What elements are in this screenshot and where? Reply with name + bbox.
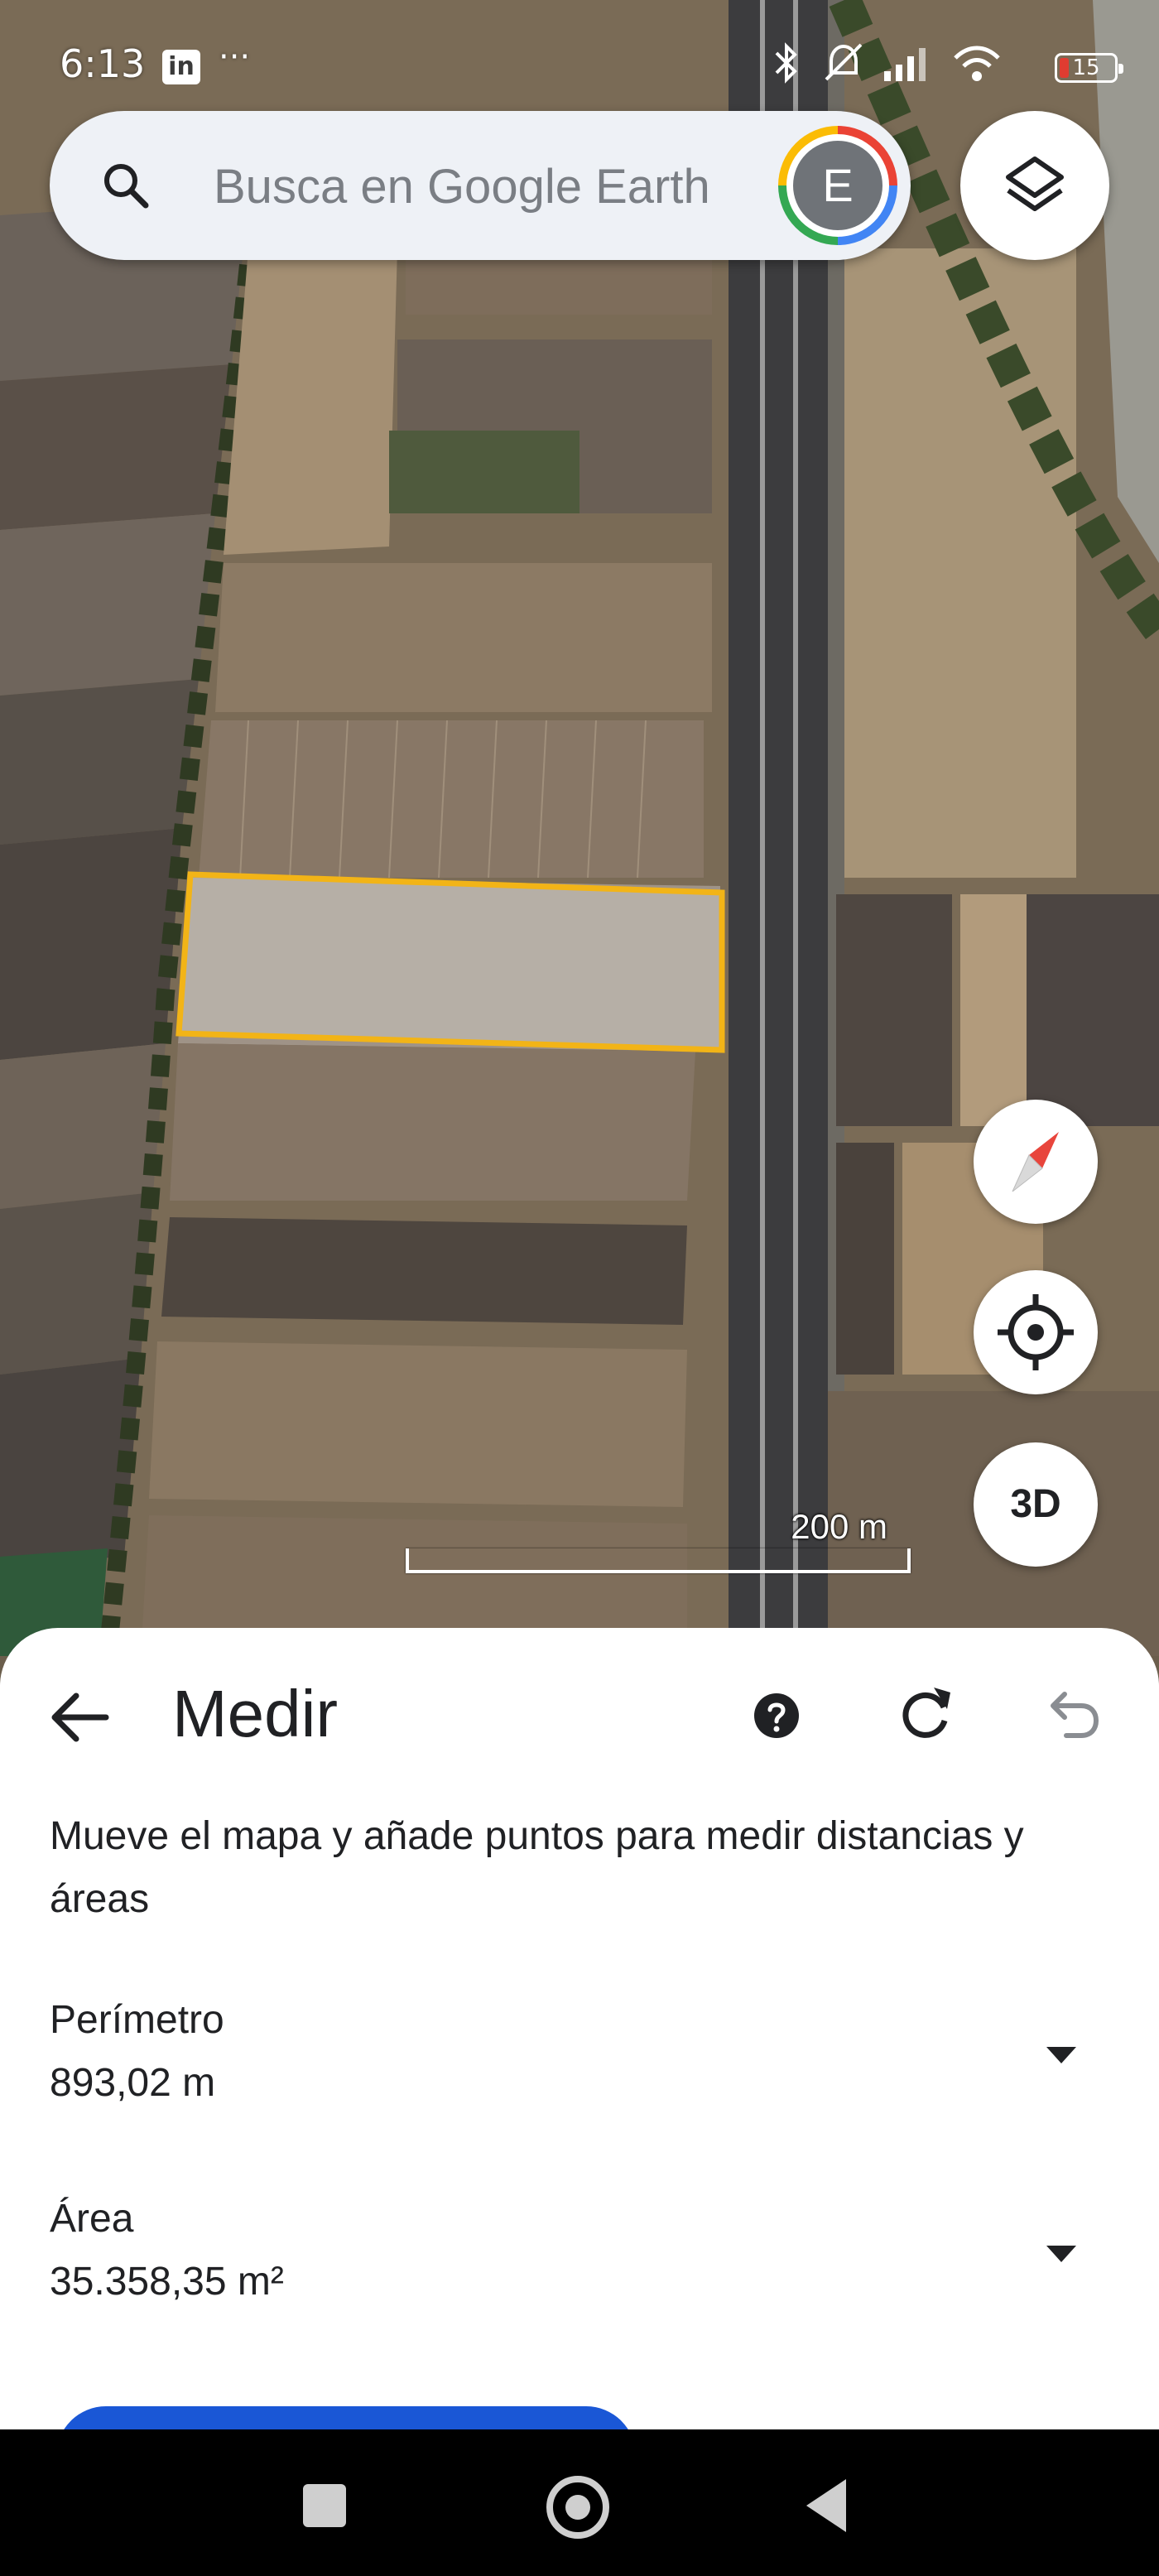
refresh-icon[interactable] bbox=[894, 1683, 955, 1744]
help-icon[interactable] bbox=[752, 1691, 801, 1741]
search-bar[interactable]: E bbox=[50, 111, 911, 260]
bluetooth-icon bbox=[775, 42, 797, 84]
avatar-initial: E bbox=[793, 141, 882, 230]
compass-icon bbox=[1012, 1132, 1059, 1192]
area-label: Área bbox=[50, 2197, 134, 2241]
area-row[interactable]: Área 35.358,35 m² bbox=[50, 2196, 1076, 2328]
account-avatar-button[interactable]: E bbox=[778, 126, 897, 245]
home-button[interactable] bbox=[546, 2476, 609, 2539]
perimeter-value: 893,02 m bbox=[50, 2061, 216, 2105]
toggle-3d-button[interactable]: 3D bbox=[974, 1442, 1098, 1567]
panel-title: Medir bbox=[172, 1677, 339, 1750]
area-value: 35.358,35 m² bbox=[50, 2260, 284, 2304]
battery-indicator: 15 bbox=[1055, 53, 1123, 83]
compass-button[interactable] bbox=[974, 1100, 1098, 1224]
undo-icon[interactable] bbox=[1045, 1688, 1101, 1744]
layers-button[interactable] bbox=[960, 111, 1109, 260]
search-input[interactable] bbox=[212, 144, 811, 229]
status-time: 6:13 bbox=[60, 41, 146, 86]
battery-level-text: 15 bbox=[1072, 55, 1100, 80]
layers-icon bbox=[1006, 156, 1064, 211]
system-nav-bar bbox=[0, 2429, 1159, 2576]
arrow-back-icon[interactable] bbox=[46, 1684, 113, 1750]
my-location-button[interactable] bbox=[974, 1270, 1098, 1394]
area-dropdown-icon[interactable] bbox=[1046, 2246, 1076, 2262]
more-notifications-icon: ··· bbox=[219, 38, 251, 76]
map-scale: 200 m bbox=[406, 1507, 911, 1573]
measure-panel: Medir Mueve el mapa y añade puntos para … bbox=[0, 1628, 1159, 2506]
measured-area-polygon bbox=[176, 871, 725, 1053]
wifi-icon bbox=[954, 46, 1000, 81]
perimeter-dropdown-icon[interactable] bbox=[1046, 2047, 1076, 2063]
signal-icon bbox=[884, 48, 926, 81]
screen: 6:13 in ··· 15 Busca en Google Earth E 3… bbox=[0, 0, 1159, 2576]
panel-description: Mueve el mapa y añade puntos para medir … bbox=[50, 1814, 1024, 1921]
scale-bar bbox=[406, 1548, 911, 1573]
perimeter-label: Perímetro bbox=[50, 1998, 224, 2042]
status-bar: 6:13 in ··· 15 bbox=[0, 0, 1159, 116]
my-location-icon bbox=[998, 1294, 1074, 1370]
perimeter-row[interactable]: Perímetro 893,02 m bbox=[50, 1997, 1076, 2130]
search-icon[interactable] bbox=[99, 159, 152, 212]
linkedin-icon: in bbox=[162, 50, 200, 84]
scale-label: 200 m bbox=[791, 1507, 887, 1546]
mute-bell-icon bbox=[825, 43, 863, 81]
status-icons: 15 bbox=[770, 40, 1123, 89]
system-back-button[interactable] bbox=[806, 2479, 846, 2532]
recent-apps-button[interactable] bbox=[303, 2484, 346, 2527]
